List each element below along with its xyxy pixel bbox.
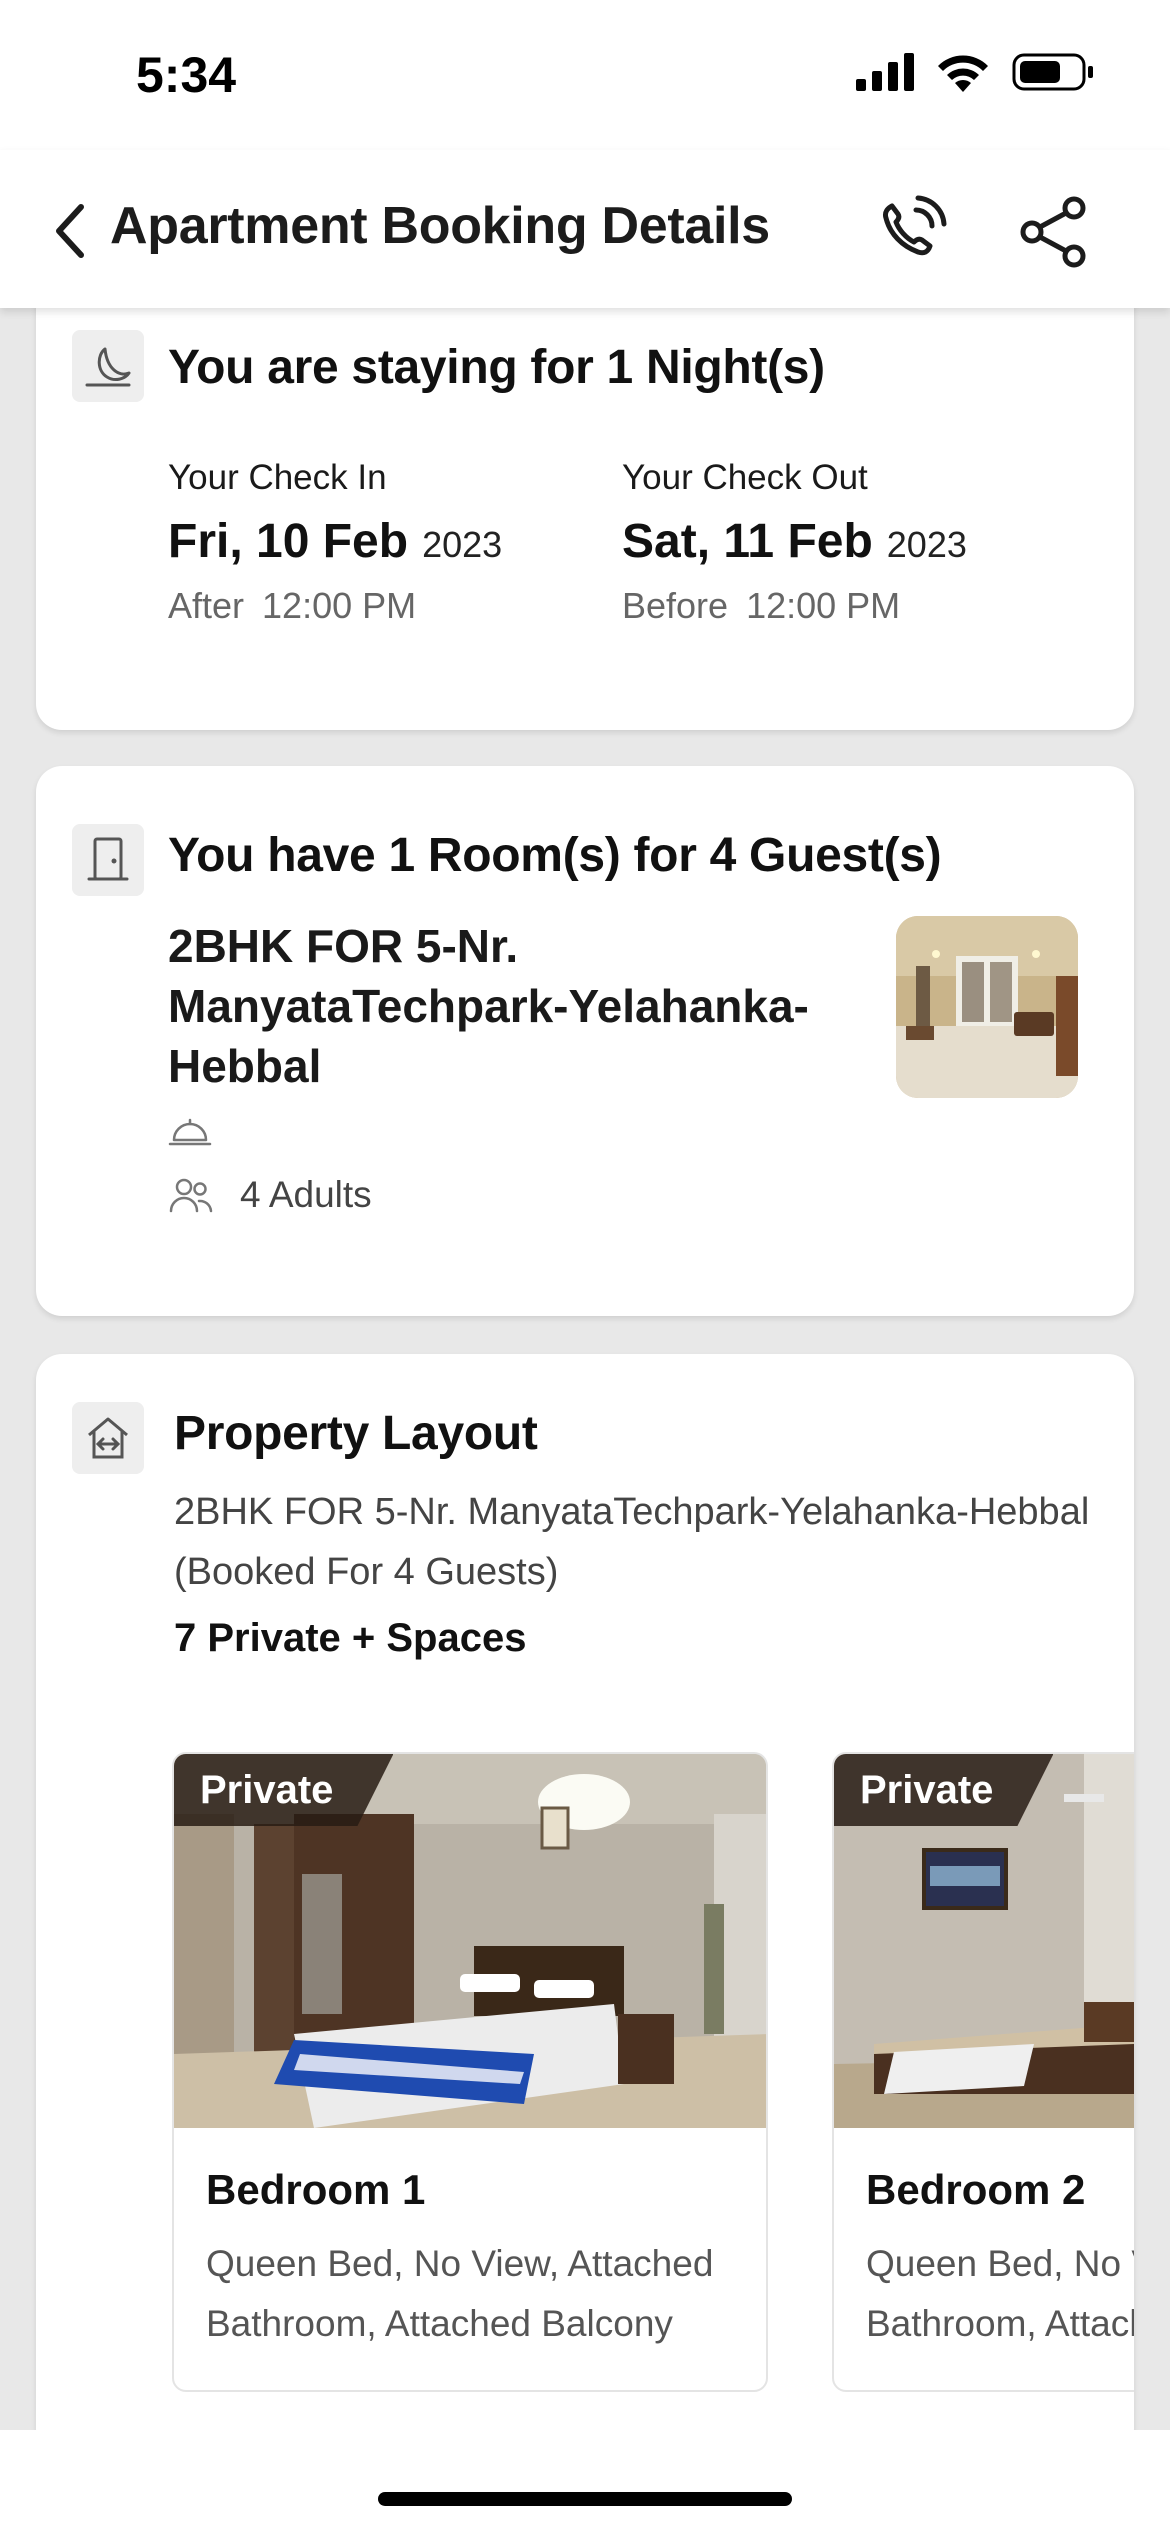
check-in-date: Fri, 10 Feb [168, 515, 409, 568]
moon-icon [72, 330, 144, 402]
meal-row [168, 1118, 212, 1148]
page-title: Apartment Booking Details [110, 197, 770, 255]
guests-icon [169, 1178, 213, 1213]
status-time: 5:34 [136, 47, 237, 103]
battery-icon [1012, 53, 1093, 91]
private-tag: Private [174, 1754, 393, 1826]
home-indicator[interactable] [378, 2492, 792, 2506]
room-thumbnail[interactable] [896, 916, 1078, 1098]
layout-heading: Property Layout [174, 1407, 538, 1460]
room-guests-card: You have 1 Room(s) for 4 Guest(s) 2BHK F… [36, 766, 1134, 1316]
wifi-icon [938, 55, 988, 92]
share-button[interactable] [1016, 194, 1092, 270]
guests-count: 4 Adults [240, 1174, 372, 1215]
space-description: Queen Bed, No View, Attached Bathroom, A… [866, 2243, 1134, 2344]
check-in-year: 2023 [422, 524, 503, 565]
spaces-count: 7 Private + Spaces [174, 1616, 527, 1660]
stay-heading: You are staying for 1 Night(s) [168, 341, 825, 394]
layout-description: 2BHK FOR 5-Nr. ManyataTechpark-Yelahanka… [174, 1482, 1134, 1602]
rooms-heading: You have 1 Room(s) for 4 Guest(s) [168, 829, 942, 882]
back-button[interactable] [44, 196, 94, 266]
space-title: Bedroom 1 [206, 2166, 426, 2213]
status-bar: 5:34 [0, 0, 1170, 150]
layout-booked-for: (Booked For 4 Guests) [174, 1551, 559, 1593]
space-title: Bedroom 2 [866, 2166, 1086, 2213]
booking-details-content[interactable]: You are staying for 1 Night(s) Your Chec… [0, 308, 1170, 2430]
check-in-label: Your Check In [168, 458, 387, 497]
phone-ringing-icon [883, 195, 947, 256]
cellular-signal-icon [856, 53, 914, 91]
space-card[interactable]: Private Bedroom 1 Queen Bed, No View, At… [172, 1752, 768, 2392]
app-header: Apartment Booking Details [0, 150, 1170, 308]
layout-arrows-icon [72, 1402, 144, 1474]
call-button[interactable] [872, 192, 952, 272]
cloche-icon [168, 1118, 212, 1146]
check-out-year: 2023 [886, 524, 967, 565]
check-out-label: Your Check Out [622, 458, 868, 497]
status-icons [856, 52, 1094, 92]
check-out-time: 12:00 PM [746, 585, 901, 626]
private-tag: Private [834, 1754, 1053, 1826]
check-out-prefix: Before [622, 585, 729, 626]
stay-duration-card: You are staying for 1 Night(s) Your Chec… [36, 308, 1134, 730]
check-in-block: Your Check In Fri, 10 Feb 2023 After 12:00… [168, 458, 502, 627]
layout-property-name: 2BHK FOR 5-Nr. ManyataTechpark-Yelahanka… [174, 1491, 1090, 1533]
property-layout-card: Property Layout 2BHK FOR 5-Nr. ManyataTe… [36, 1354, 1134, 2430]
space-card[interactable]: Private Bedroom 2 Queen Bed, No View, At… [832, 1752, 1134, 2392]
check-in-prefix: After [168, 585, 245, 626]
check-in-time: 12:00 PM [262, 585, 417, 626]
guests-row: 4 Adults [168, 1174, 372, 1216]
share-icon [1020, 196, 1086, 268]
check-out-block: Your Check Out Sat, 11 Feb 2023 Before 12:… [622, 458, 967, 627]
door-icon [72, 824, 144, 896]
check-out-date: Sat, 11 Feb [622, 515, 873, 568]
chevron-left-icon [56, 204, 84, 258]
property-name[interactable]: 2BHK FOR 5-Nr. ManyataTechpark-Yelahanka… [168, 916, 828, 1096]
home-indicator-area [0, 2430, 1170, 2532]
space-description: Queen Bed, No View, Attached Bathroom, A… [206, 2243, 714, 2344]
